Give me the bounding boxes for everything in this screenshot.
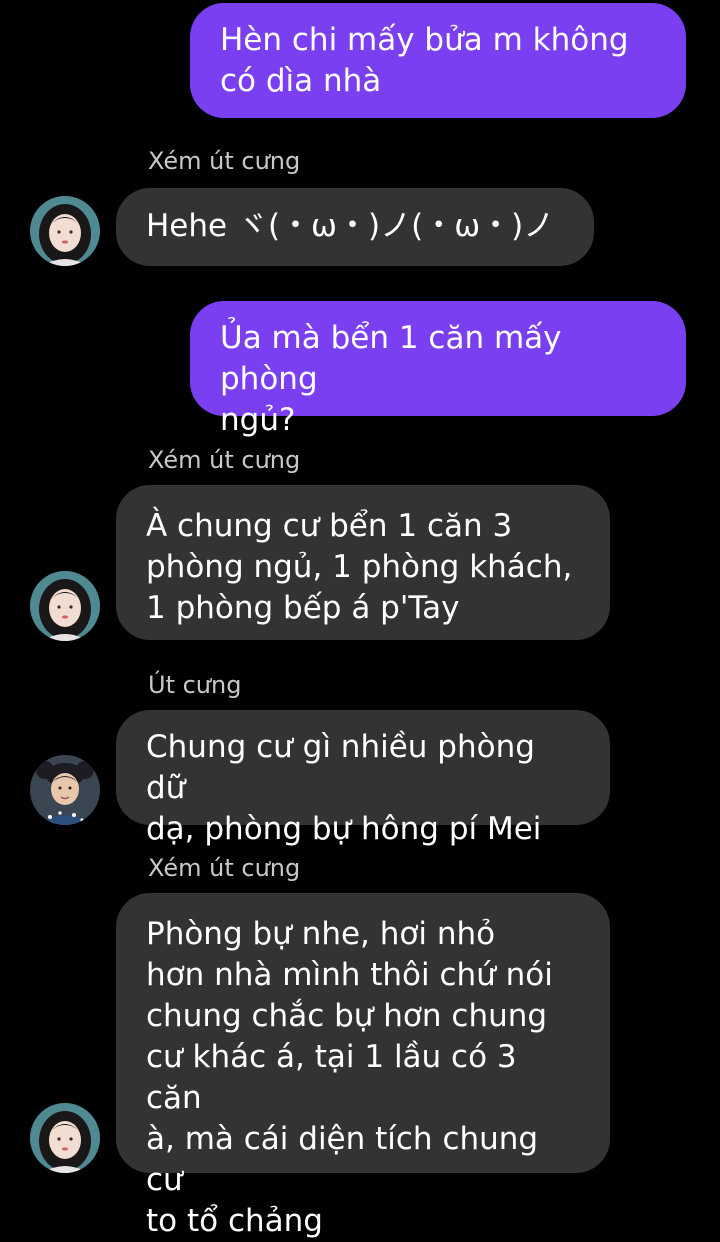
avatar-boy-icon: [30, 755, 100, 825]
avatar-girl-icon: [30, 1103, 100, 1173]
sender-name: Xém út cưng: [148, 446, 301, 474]
sender-name: Xém út cưng: [148, 854, 301, 882]
avatar-icon[interactable]: [30, 196, 100, 266]
avatar-icon[interactable]: [30, 571, 100, 641]
outgoing-message-bubble[interactable]: Hèn chi mấy bửa m không có dìa nhà: [190, 3, 686, 118]
avatar-icon[interactable]: [30, 755, 100, 825]
incoming-message-bubble[interactable]: Phòng bự nhe, hơi nhỏ hơn nhà mình thôi …: [116, 893, 610, 1239]
sender-name: Út cưng: [148, 671, 242, 699]
incoming-message-bubble[interactable]: Hehe ヾ(・ω・)ノ(・ω・)ノ: [116, 188, 594, 266]
incoming-message-bubble[interactable]: À chung cư bển 1 căn 3 phòng ngủ, 1 phòn…: [116, 485, 610, 640]
avatar-girl-icon: [30, 571, 100, 641]
incoming-message-bubble[interactable]: Chung cư gì nhiều phòng dữ dạ, phòng bự …: [116, 710, 610, 847]
sender-name: Xém út cưng: [148, 147, 301, 175]
outgoing-message-bubble[interactable]: Ủa mà bển 1 căn mấy phòng ngủ?: [190, 301, 686, 438]
avatar-icon[interactable]: [30, 1103, 100, 1173]
avatar-girl-icon: [30, 196, 100, 266]
